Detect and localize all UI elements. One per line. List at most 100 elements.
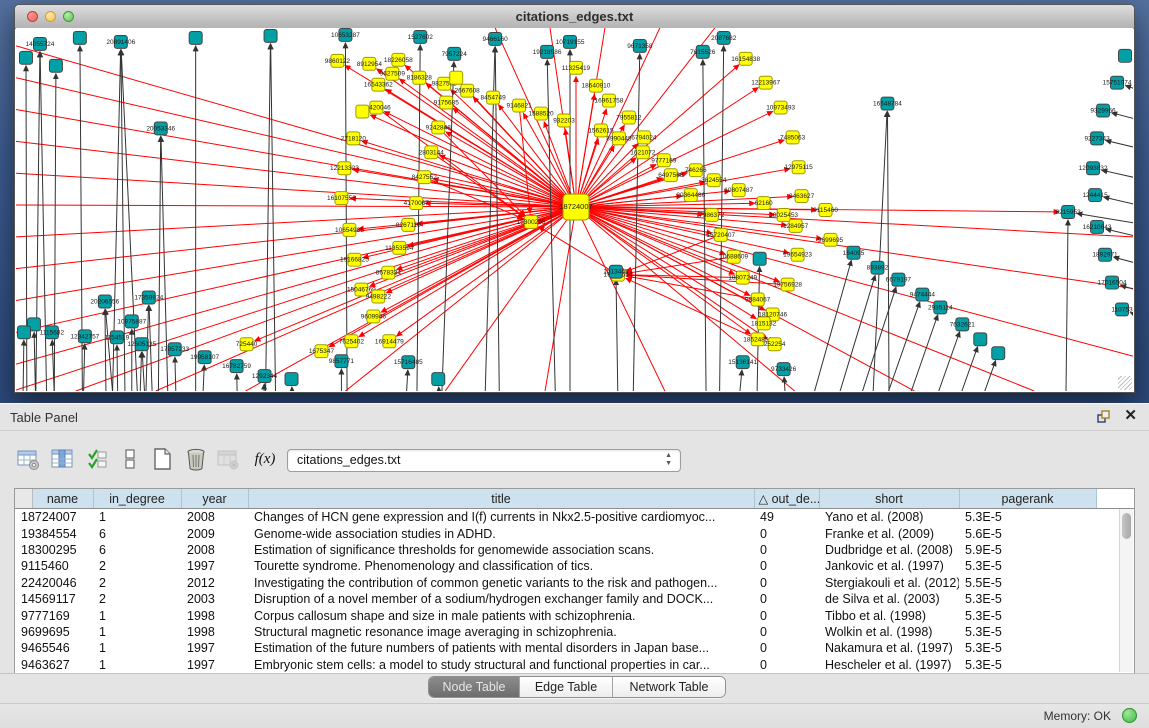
merge-rows-icon[interactable]	[116, 445, 144, 473]
table-row[interactable]: 1938455462009Genome-wide association stu…	[15, 525, 1134, 541]
graph-node-label: 1815132	[751, 320, 777, 327]
cell-out_degree: 0	[754, 575, 819, 591]
cell-out_degree: 0	[754, 640, 819, 656]
graph-node[interactable]	[992, 347, 1005, 360]
window-resize-grip[interactable]	[1118, 376, 1132, 390]
float-panel-icon[interactable]	[1097, 410, 1111, 424]
window-title: citations_edges.txt	[15, 9, 1134, 24]
cell-title: Investigating the contribution of common…	[248, 575, 754, 591]
graph-node-label: 9466160	[483, 36, 509, 43]
graph-node-label: 14055724	[26, 41, 55, 48]
graph-node-label: 7485063	[780, 134, 806, 141]
graph-node-label: 9227343	[1084, 135, 1110, 142]
graph-node-label: 10025453	[769, 212, 798, 219]
select-columns-icon[interactable]	[48, 445, 76, 473]
function-builder-icon[interactable]: f(x)	[248, 445, 282, 473]
graph-node-label: 19218586	[533, 49, 562, 56]
graph-node-label: 18226058	[384, 57, 413, 64]
column-header-name[interactable]: name	[32, 489, 93, 509]
graph-node-label: 62160	[755, 200, 773, 207]
table-scrollbar[interactable]	[1119, 509, 1133, 672]
cell-name: 18724007	[15, 509, 93, 526]
graph-node-label: 9329966	[1090, 108, 1116, 115]
graph-node-label: 8454749	[481, 95, 507, 102]
cell-name: 14569117	[15, 591, 93, 607]
graph-node[interactable]	[19, 51, 32, 64]
tab-edge-table[interactable]: Edge Table	[520, 677, 613, 697]
table-settings-icon[interactable]	[14, 445, 42, 473]
column-header-year[interactable]: year	[181, 489, 248, 509]
graph-node[interactable]	[73, 31, 86, 44]
graph-node[interactable]	[432, 373, 445, 386]
graph-node-label: 7632621	[950, 321, 976, 328]
graph-node[interactable]	[189, 31, 202, 44]
cell-short: Yano et al. (2008)	[819, 509, 959, 526]
graph-node[interactable]	[356, 105, 369, 118]
table-row[interactable]: 946554611997Estimation of the future num…	[15, 640, 1134, 656]
cell-year: 1997	[181, 657, 248, 673]
table-row[interactable]: 1456911722003Disruption of a novel membe…	[15, 591, 1134, 607]
delete-trash-icon[interactable]	[182, 445, 210, 473]
graph-node[interactable]	[264, 29, 277, 42]
graph-node-label: 252254	[764, 341, 786, 348]
cell-in_degree: 6	[93, 525, 181, 541]
column-header-title[interactable]: title	[248, 489, 754, 509]
tab-network-table[interactable]: Network Table	[613, 677, 725, 697]
column-header-short[interactable]: short	[819, 489, 959, 509]
table-row[interactable]: 1830029562008Estimation of significance …	[15, 542, 1134, 558]
cell-year: 2009	[181, 525, 248, 541]
graph-node-label: 1621072	[630, 149, 656, 156]
citation-network-graph[interactable]: 1872400714055724208914061065328715276029…	[16, 28, 1133, 391]
network-canvas[interactable]: 1872400714055724208914061065328715276029…	[16, 28, 1133, 391]
table-scrollbar-thumb[interactable]	[1122, 513, 1131, 539]
row-checks-icon[interactable]	[84, 445, 112, 473]
cell-title: Structural magnetic resonance image aver…	[248, 624, 754, 640]
table-row[interactable]: 969969511998Structural magnetic resonanc…	[15, 624, 1134, 640]
graph-node[interactable]	[753, 252, 766, 265]
cell-out_degree: 0	[754, 591, 819, 607]
column-header-out_degree[interactable]: △ out_de...	[754, 489, 819, 509]
new-document-icon[interactable]	[148, 445, 176, 473]
node-table[interactable]: namein_degreeyeartitle△ out_de...shortpa…	[14, 488, 1135, 674]
cell-year: 1997	[181, 558, 248, 574]
tab-node-table[interactable]: Node Table	[429, 677, 520, 697]
column-header-in_degree[interactable]: in_degree	[93, 489, 181, 509]
table-row[interactable]: 977716911998Corpus callosum shape and si…	[15, 607, 1134, 623]
graph-node-label: 17957233	[160, 346, 189, 353]
graph-node-label: 7957224	[442, 51, 468, 58]
graph-node-label: 1284957	[783, 223, 809, 230]
table-selector-dropdown[interactable]: citations_edges.txt ▲▼	[287, 449, 681, 472]
graph-node-label: 9115460	[813, 207, 838, 214]
close-panel-icon[interactable]: ✕	[1124, 408, 1137, 424]
table-row[interactable]: 946362711997Embryonic stem cells: a mode…	[15, 657, 1134, 673]
graph-node-label: 10654985	[335, 227, 364, 234]
graph-node-label: 2935114	[928, 304, 953, 311]
table-row[interactable]: 1872400712008Changes of HCN gene express…	[15, 509, 1134, 526]
table-row[interactable]: 911546021997Tourette syndrome. Phenomeno…	[15, 558, 1134, 574]
table-row[interactable]: 2242004622012Investigating the contribut…	[15, 575, 1134, 591]
graph-node[interactable]	[1119, 49, 1132, 62]
graph-node[interactable]	[17, 326, 30, 339]
graph-node-label: 17359924	[134, 295, 163, 302]
cell-name: 9115460	[15, 558, 93, 574]
graph-node[interactable]	[974, 333, 987, 346]
cell-title: Disruption of a novel member of a sodium…	[248, 591, 754, 607]
network-window-titlebar[interactable]: citations_edges.txt	[15, 5, 1134, 29]
graph-node-label: 18300295	[517, 219, 546, 226]
column-header-pagerank[interactable]: pagerank	[959, 489, 1096, 509]
graph-node[interactable]	[49, 59, 62, 72]
graph-node-label: 8678334	[376, 270, 402, 277]
graph-node-label: 7625402	[339, 338, 365, 345]
graph-node-label: 9884067	[745, 297, 771, 304]
graph-node-label: 725440	[236, 341, 258, 348]
cell-short: Wolkin et al. (1998)	[819, 624, 959, 640]
graph-node-label: 8186328	[407, 75, 433, 82]
cell-short: Stergiakouli et al. (2012)	[819, 575, 959, 591]
graph-node[interactable]	[285, 373, 298, 386]
cell-year: 1998	[181, 624, 248, 640]
graph-node[interactable]	[450, 71, 463, 84]
graph-node-label: 8215953	[1055, 209, 1081, 216]
cell-in_degree: 6	[93, 542, 181, 558]
graph-node-label: 9498222	[366, 294, 392, 301]
graph-node-label: 1244415	[1082, 192, 1108, 199]
